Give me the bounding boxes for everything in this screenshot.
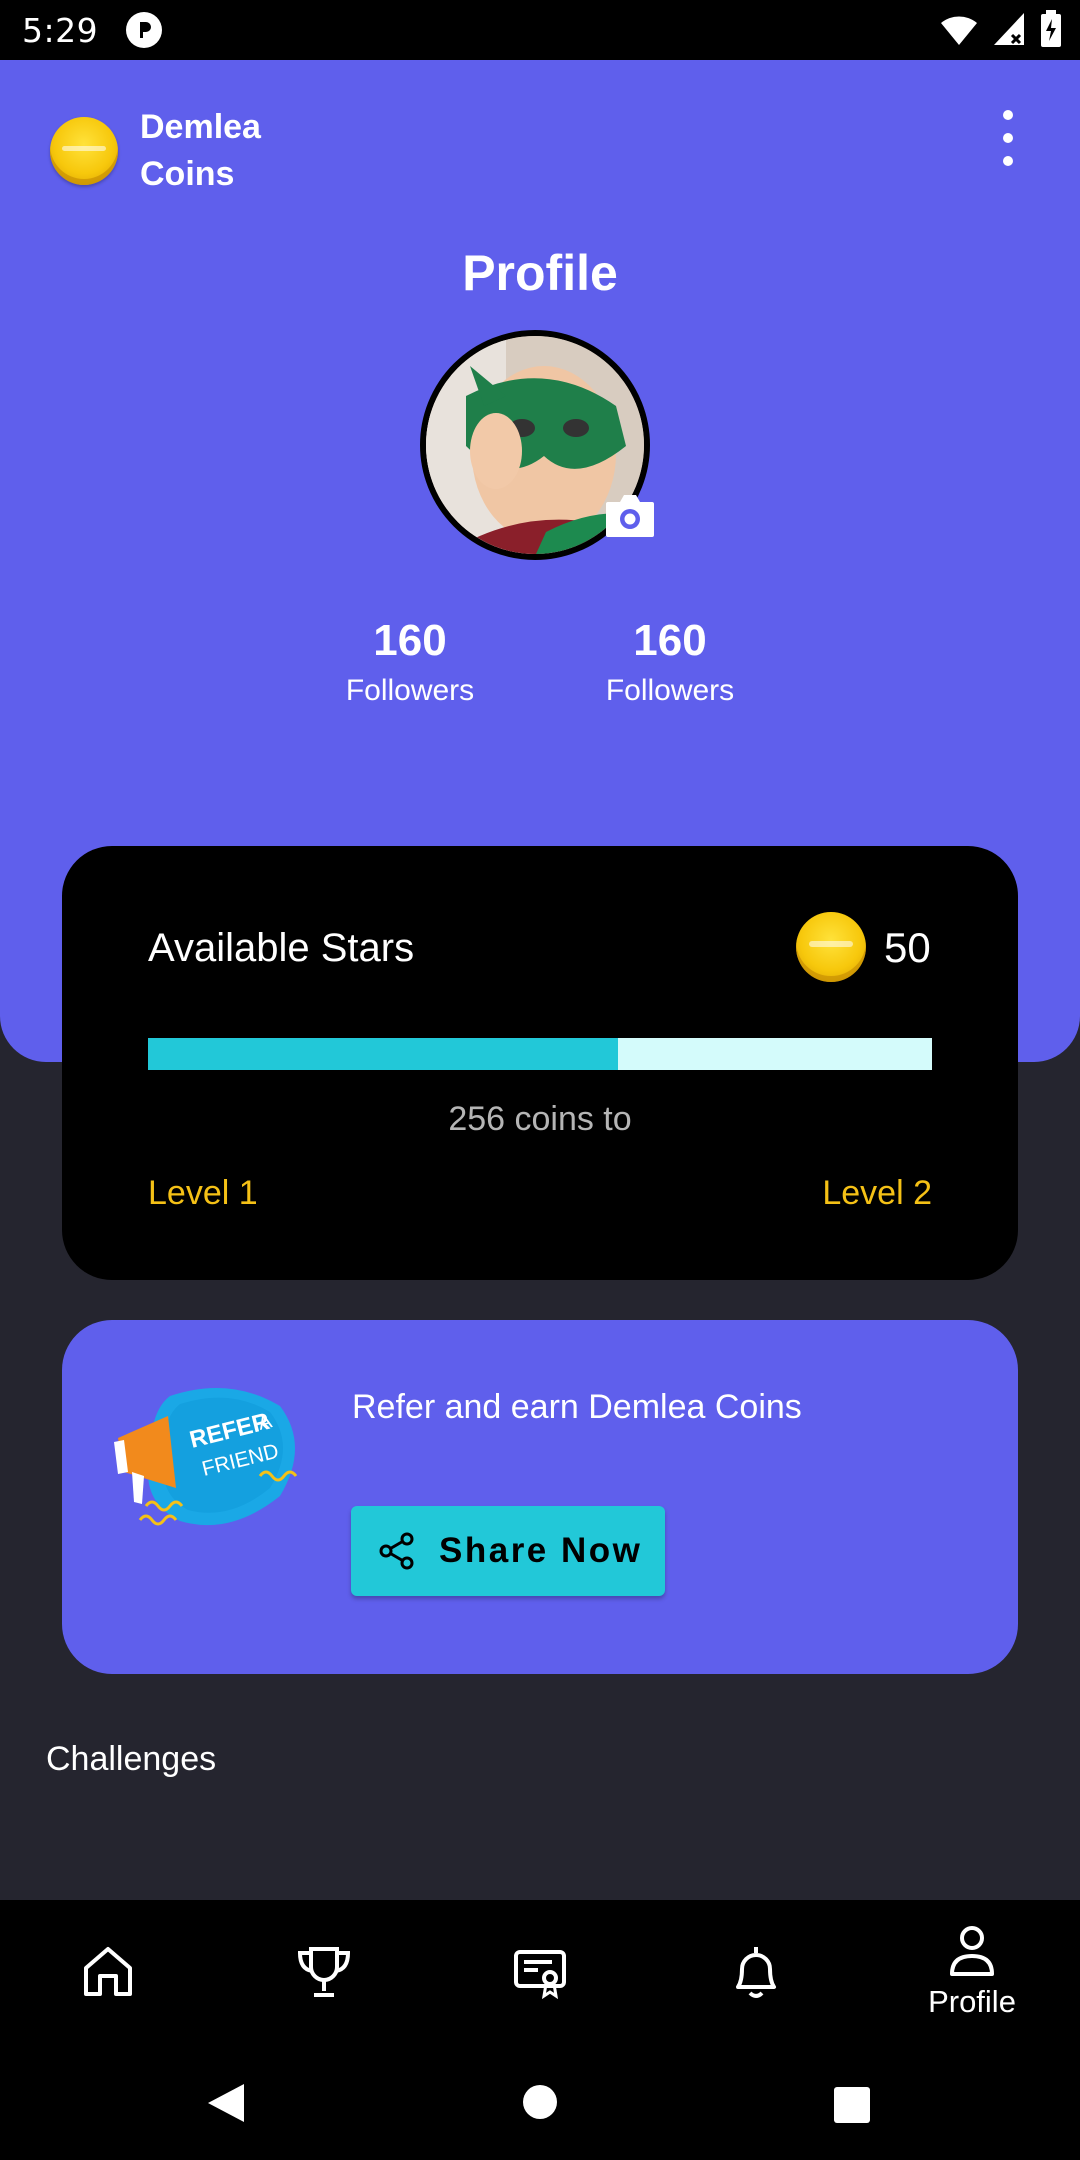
stat-label: Followers <box>605 674 735 707</box>
back-icon[interactable] <box>206 2082 246 2124</box>
app-notification-icon <box>126 12 163 48</box>
share-now-button[interactable]: Share Now <box>351 1506 665 1596</box>
refer-friend-illustration: REFER A FRIEND <box>110 1376 310 1536</box>
nav-certificates[interactable] <box>470 1900 610 2044</box>
nav-challenges[interactable] <box>254 1900 394 2044</box>
status-time: 5:29 <box>22 10 99 50</box>
level-from: Level 1 <box>148 1174 258 1212</box>
person-icon <box>950 1926 994 1976</box>
recents-icon[interactable] <box>833 2086 871 2124</box>
level-to: Level 2 <box>822 1174 932 1212</box>
more-options-icon[interactable] <box>998 110 1018 166</box>
wifi-icon <box>941 16 977 45</box>
refer-card: REFER A FRIEND Refer and earn Demlea Coi… <box>62 1320 1018 1674</box>
level-progress-bar <box>148 1038 932 1070</box>
refer-text: Refer and earn Demlea Coins <box>352 1388 802 1426</box>
bell-icon <box>736 1947 776 1998</box>
camera-icon[interactable] <box>604 492 656 538</box>
share-now-label: Share Now <box>439 1531 643 1570</box>
trophy-icon <box>297 1947 351 1997</box>
nav-profile-label: Profile <box>928 1984 1016 2019</box>
nav-profile[interactable]: Profile <box>902 1900 1042 2044</box>
level-progress-fill <box>148 1038 619 1070</box>
stars-value: 50 <box>884 924 931 971</box>
brand: Demlea Coins <box>50 104 280 198</box>
stat-followers-2[interactable]: 160 Followers <box>560 616 780 708</box>
coin-logo-icon <box>50 117 118 185</box>
nav-notifications[interactable] <box>686 1900 826 2044</box>
progress-caption: 256 coins to <box>448 1100 632 1138</box>
stat-value: 160 <box>373 616 447 665</box>
stat-label: Followers <box>345 674 475 707</box>
battery-icon <box>1041 10 1061 47</box>
available-stars-card: Available Stars 50 256 coins to Level 1 … <box>62 846 1018 1280</box>
bottom-navigation: Profile <box>0 1900 1080 2044</box>
home-icon <box>84 1947 132 1996</box>
challenges-heading: Challenges <box>46 1740 217 1778</box>
coin-icon <box>796 912 866 982</box>
signal-icon <box>994 13 1024 45</box>
stars-title: Available Stars <box>148 926 415 970</box>
system-navigation-bar <box>0 2044 1080 2160</box>
stat-value: 160 <box>633 616 707 665</box>
status-bar: 5:29 <box>0 0 1080 60</box>
certificate-icon <box>514 1950 566 2000</box>
stat-followers-1[interactable]: 160 Followers <box>300 616 520 708</box>
avatar-container <box>420 330 654 560</box>
brand-name: Demlea Coins <box>140 108 261 193</box>
nav-home[interactable] <box>38 1900 178 2044</box>
home-circle-icon[interactable] <box>522 2084 558 2120</box>
share-icon <box>379 1532 414 1570</box>
page-title: Profile <box>462 245 618 301</box>
